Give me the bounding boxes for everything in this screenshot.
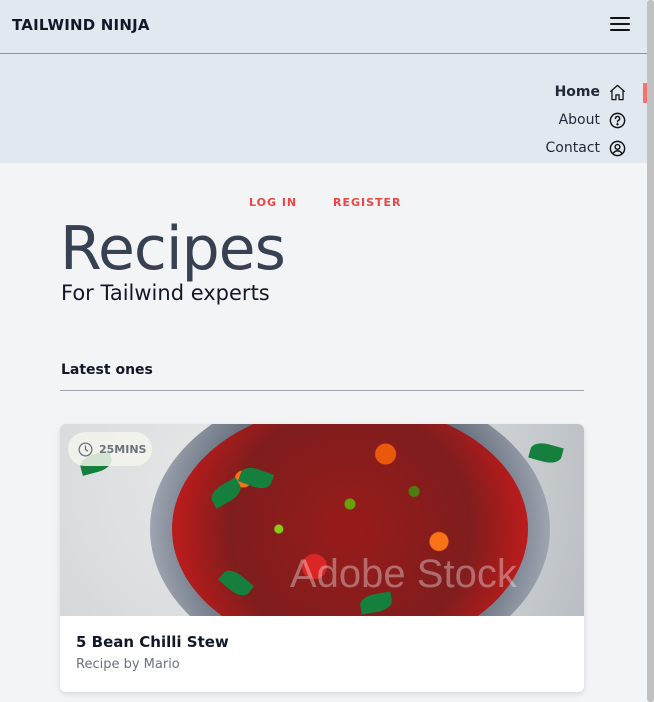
image-watermark: Adobe Stock	[290, 552, 517, 596]
nav-item-about[interactable]: About	[559, 108, 627, 132]
user-circle-icon	[609, 140, 626, 156]
time-badge-label: 25MINS	[99, 442, 147, 456]
brand-logo[interactable]: TAILWIND NINJA	[12, 16, 150, 34]
scrollbar-thumb[interactable]	[647, 0, 654, 702]
page-title: Recipes	[60, 214, 286, 284]
recipe-author: Recipe by Mario	[76, 657, 180, 672]
recipe-title[interactable]: 5 Bean Chilli Stew	[76, 633, 229, 651]
nav-menu-panel: Home About Contact	[0, 54, 647, 163]
question-circle-icon	[609, 112, 626, 128]
recipe-card[interactable]: Adobe Stock 25MINS 5 Bean Chilli Stew Re…	[60, 424, 584, 692]
clock-icon	[78, 441, 93, 457]
top-navbar: TAILWIND NINJA	[0, 0, 647, 54]
time-badge: 25MINS	[68, 432, 152, 466]
recipe-image: Adobe Stock 25MINS	[60, 424, 584, 616]
nav-item-home[interactable]: Home	[555, 80, 627, 104]
section-title: Latest ones	[61, 362, 153, 378]
register-link[interactable]: REGISTER	[333, 196, 402, 209]
nav-item-label: About	[558, 112, 600, 128]
scrollbar-track[interactable]	[647, 0, 654, 702]
nav-item-contact[interactable]: Contact	[546, 136, 627, 160]
section-divider	[60, 390, 584, 391]
hamburger-menu-icon[interactable]	[610, 17, 630, 33]
nav-item-label: Contact	[545, 140, 600, 156]
page-subtitle: For Tailwind experts	[61, 281, 270, 305]
login-link[interactable]: LOG IN	[249, 196, 297, 209]
nav-item-label: Home	[554, 84, 600, 100]
herb-leaf	[528, 440, 564, 466]
home-icon	[609, 84, 626, 100]
